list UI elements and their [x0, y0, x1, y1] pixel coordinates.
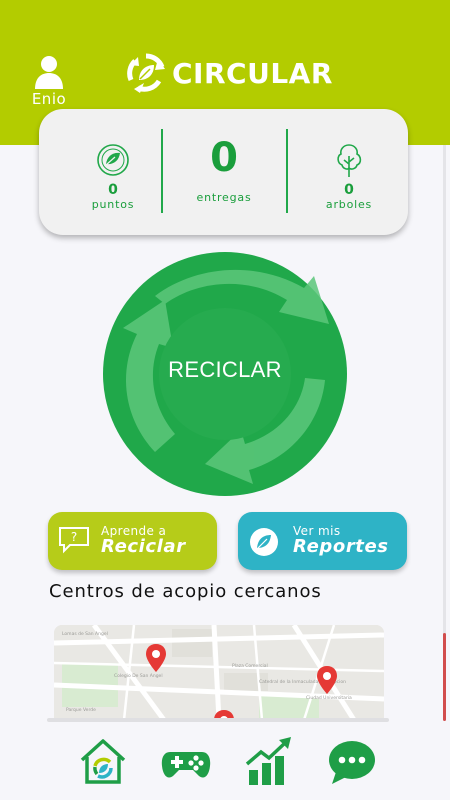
nearby-map[interactable]: Lomas de San Angel Colegio De San Angel …: [54, 625, 384, 720]
chat-icon: [329, 741, 375, 784]
brand-logo: CIRCULAR: [126, 52, 333, 94]
stat-points: 0 puntos: [63, 109, 163, 235]
deliveries-label: entregas: [196, 191, 252, 204]
tree-icon: [337, 144, 362, 177]
location-pin-icon[interactable]: [145, 643, 167, 673]
view-reports-button[interactable]: Ver mis Reportes: [238, 512, 407, 570]
map-label: Plaza Comercial: [232, 663, 268, 669]
map-label: Colegio De San Angel: [114, 673, 163, 679]
tab-home[interactable]: [77, 736, 129, 788]
points-label: puntos: [91, 198, 135, 211]
recycle-button[interactable]: RECICLAR: [103, 252, 347, 496]
points-value: 0: [108, 182, 118, 198]
map-card-edge: [47, 718, 389, 722]
stats-divider: [161, 129, 163, 213]
tab-chat[interactable]: [326, 736, 378, 788]
home-recycle-icon: [80, 739, 126, 784]
stat-deliveries: 0 entregas: [165, 109, 283, 235]
gamepad-icon: [161, 752, 211, 778]
trees-value: 0: [344, 182, 354, 198]
leaf-badge-icon: [97, 144, 129, 176]
learn-big-label: Reciclar: [101, 536, 186, 557]
trees-label: arboles: [325, 198, 373, 211]
map-label: Parque Verde: [66, 707, 96, 713]
recycle-leaf-logo-icon: [127, 53, 165, 93]
section-title: Centros de acopio cercanos: [49, 581, 322, 602]
user-icon: [35, 56, 63, 89]
stat-trees: 0 arboles: [295, 109, 403, 235]
tab-stats[interactable]: [243, 736, 295, 788]
user-profile[interactable]: Enio: [26, 55, 72, 108]
brand-name: CIRCULAR: [172, 56, 333, 90]
stats-divider: [286, 129, 288, 213]
map-label: Lomas de San Angel: [62, 631, 108, 637]
bottom-tab-bar: [0, 730, 450, 800]
user-name: Enio: [31, 90, 67, 108]
recycle-label: RECICLAR: [168, 357, 282, 382]
svg-text:?: ?: [71, 530, 77, 544]
leaf-icon: [250, 528, 278, 556]
tab-games[interactable]: [160, 736, 212, 788]
map-label: Ciudad Universitaria: [306, 695, 352, 701]
reports-big-label: Reportes: [293, 536, 389, 557]
scrollbar-thumb[interactable]: [443, 633, 446, 721]
learn-recycle-button[interactable]: ? Aprende a Reciclar: [48, 512, 217, 570]
location-pin-icon[interactable]: [316, 665, 338, 695]
question-bubble-icon: ?: [59, 527, 89, 554]
chart-growth-icon: [245, 737, 291, 785]
deliveries-value: 0: [210, 135, 238, 181]
stats-card: 0 puntos 0 entregas 0 arboles: [39, 109, 408, 235]
